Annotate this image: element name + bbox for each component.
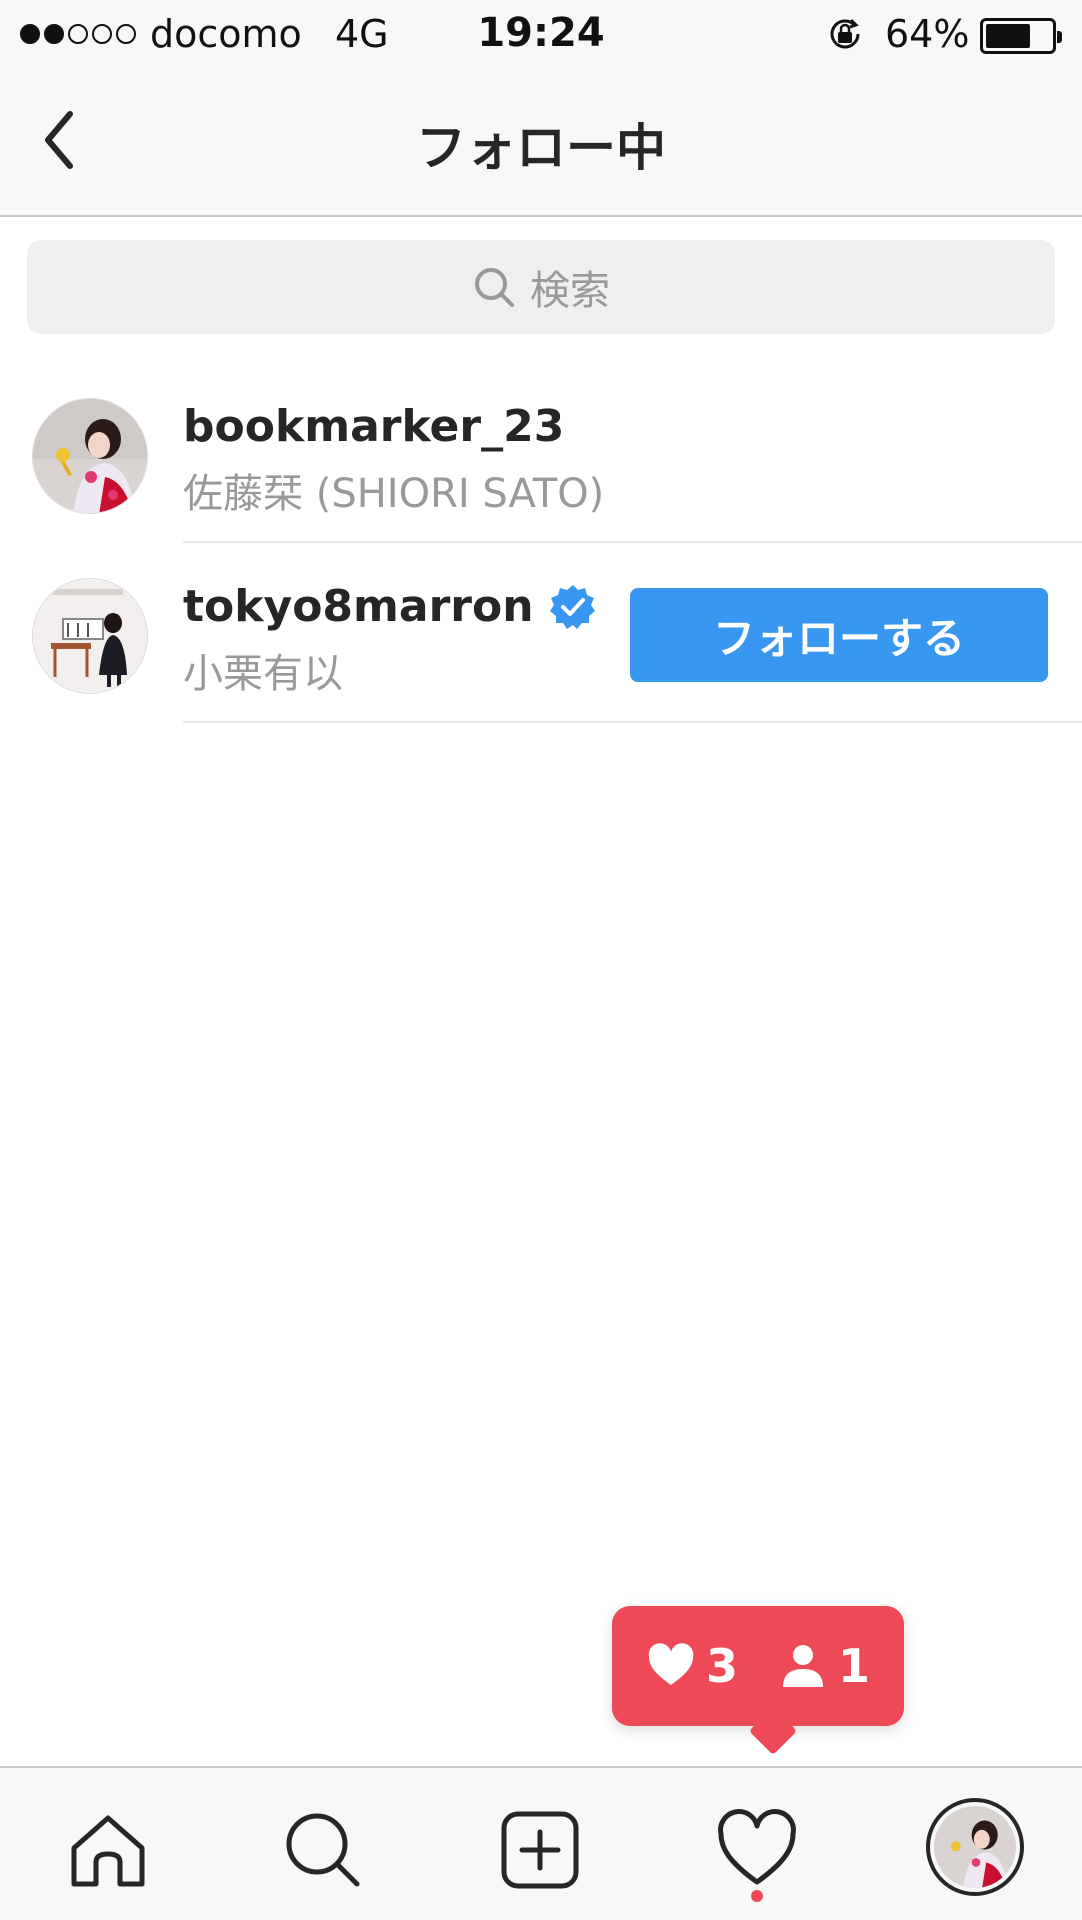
full-name: 佐藤栞 (SHIORI SATO) <box>183 471 605 517</box>
likes-count: 3 <box>705 1639 738 1693</box>
notification-dot <box>751 1890 763 1902</box>
divider <box>183 541 1082 543</box>
rotation-lock-icon <box>830 18 860 49</box>
avatar[interactable] <box>32 398 148 514</box>
search-input[interactable]: 検索 <box>27 240 1055 334</box>
status-bar: docomo 4G 19:24 64% <box>0 0 1082 70</box>
tab-bar <box>0 1766 1082 1920</box>
search-icon <box>286 1813 360 1887</box>
username[interactable]: tokyo8marron <box>183 581 534 632</box>
battery-percentage: 64% <box>885 12 970 56</box>
person-icon <box>783 1645 823 1687</box>
follows-count: 1 <box>838 1639 871 1693</box>
navigation-bar: フォロー中 <box>0 70 1082 217</box>
page-title: フォロー中 <box>416 119 666 177</box>
home-icon <box>71 1815 145 1887</box>
list-item[interactable]: bookmarker_23 佐藤栞 (SHIORI SATO) <box>0 365 1082 543</box>
follow-button[interactable]: フォローする <box>630 588 1048 682</box>
heart-icon <box>718 1809 796 1885</box>
list-item[interactable]: tokyo8marron 小栗有以 フォローする <box>0 545 1082 723</box>
full-name: 小栗有以 <box>183 651 343 697</box>
heart-icon <box>648 1643 694 1685</box>
avatar-photo <box>934 1806 1016 1888</box>
avatar <box>934 1806 1016 1888</box>
divider <box>183 721 1082 723</box>
battery-icon <box>980 18 1062 54</box>
avatar-photo <box>33 399 147 513</box>
username[interactable]: bookmarker_23 <box>183 401 564 452</box>
verified-badge-icon <box>549 584 595 629</box>
tab-profile[interactable] <box>926 1798 1024 1896</box>
avatar[interactable] <box>32 578 148 694</box>
search-placeholder: 検索 <box>530 268 610 314</box>
add-post-icon <box>501 1811 579 1889</box>
tab-add-post[interactable] <box>498 1808 582 1892</box>
activity-notification-bubble[interactable]: 3 1 <box>612 1606 904 1726</box>
search-icon <box>475 268 514 307</box>
tab-search[interactable] <box>281 1808 365 1892</box>
tab-activity[interactable] <box>715 1808 799 1892</box>
avatar-photo <box>33 579 147 693</box>
tab-home[interactable] <box>66 1808 150 1892</box>
